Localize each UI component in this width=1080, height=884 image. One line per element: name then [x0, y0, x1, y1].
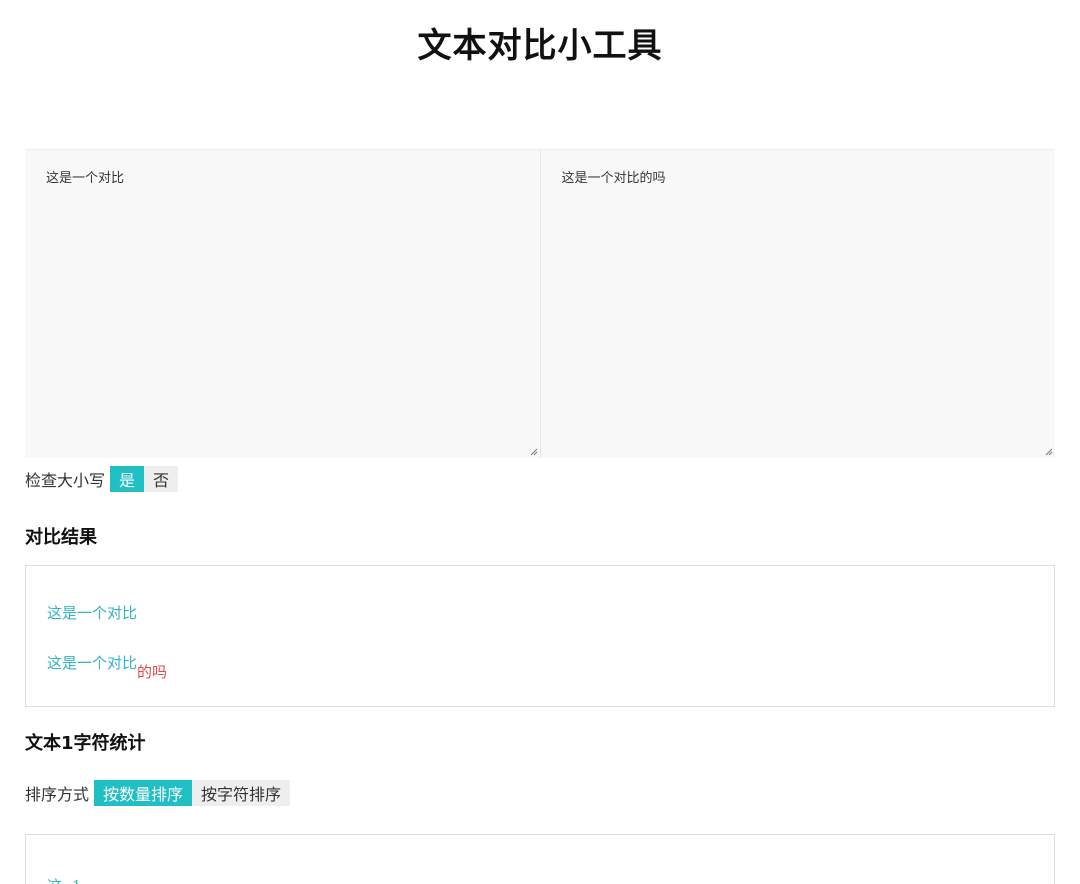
page-title: 文本对比小工具 [417, 26, 663, 66]
resize-grip-icon[interactable] [1045, 448, 1053, 456]
result-heading: 对比结果 [25, 527, 97, 548]
result-box: 这是一个对比 这是一个对比的吗 [25, 565, 1055, 707]
case-check-row: 检查大小写 是 否 [25, 466, 179, 492]
result-line-text1: 这是一个对比 [47, 604, 138, 622]
sort-by-char-button[interactable]: 按字符排序 [192, 779, 291, 806]
stats-heading: 文本1字符统计 [25, 733, 146, 754]
case-check-label: 检查大小写 [25, 471, 106, 490]
left-editor: 这是一个对比 [25, 150, 541, 458]
right-editor: 这是一个对比的吗 [540, 150, 1055, 458]
stats-box: 这: 1 [25, 834, 1055, 884]
result-line-text2: 这是一个对比的吗 [47, 652, 1033, 681]
stat-entry: 这: 1 [47, 875, 1033, 884]
editors-container: 这是一个对比 这是一个对比的吗 [25, 149, 1055, 458]
text2-input[interactable]: 这是一个对比的吗 [540, 150, 1055, 458]
page: 文本对比小工具 这是一个对比 这是一个对比的吗 检查大小写 是 否 对比结果 这… [0, 0, 1080, 884]
text1-input[interactable]: 这是一个对比 [25, 150, 540, 458]
sort-row: 排序方式 按数量排序 按字符排序 [25, 779, 291, 806]
case-yes-button[interactable]: 是 [110, 466, 145, 492]
added-text: 的吗 [137, 663, 168, 681]
case-no-button[interactable]: 否 [144, 466, 179, 492]
sort-label: 排序方式 [25, 784, 90, 804]
sort-by-count-button[interactable]: 按数量排序 [94, 779, 193, 806]
resize-grip-icon[interactable] [530, 448, 538, 456]
common-text: 这是一个对比 [47, 654, 138, 672]
